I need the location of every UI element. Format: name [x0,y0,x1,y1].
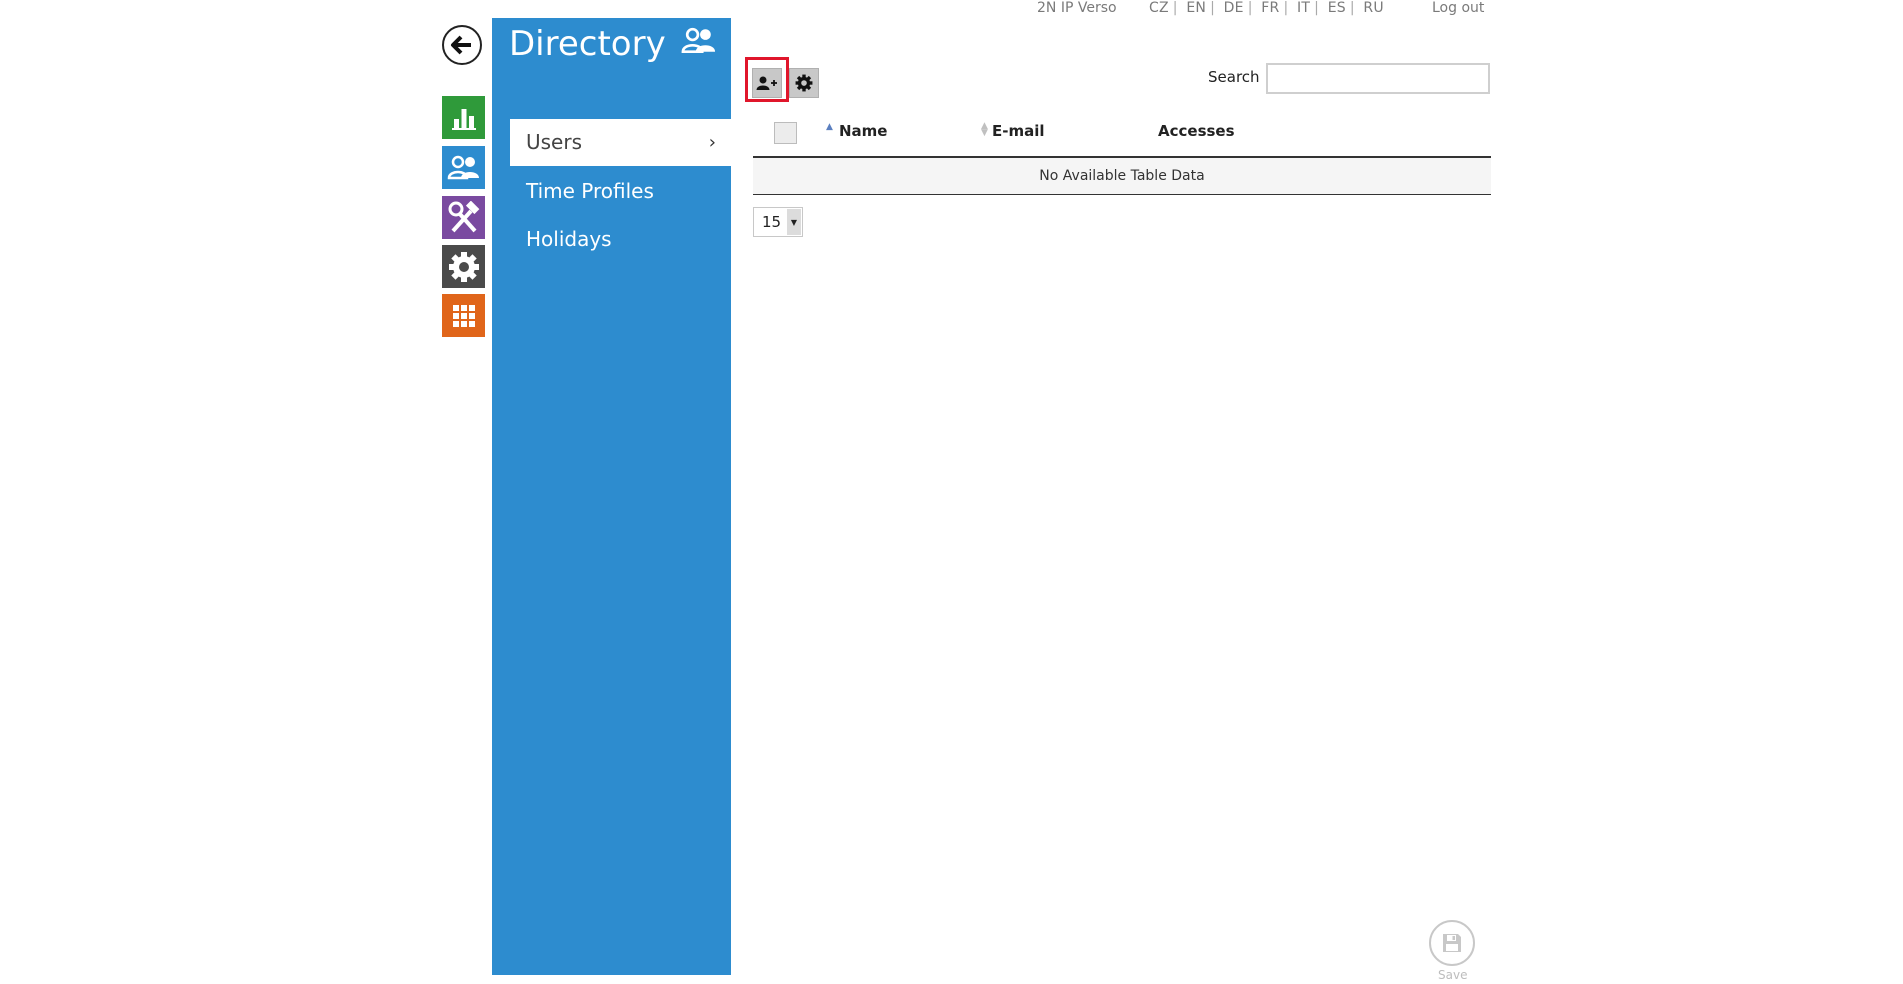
tools-icon [448,200,479,232]
lang-en[interactable]: EN [1186,0,1206,16]
search-input[interactable] [1266,63,1490,94]
sidebar-item-label: Time Profiles [526,179,654,203]
language-selector: CZ | EN | DE | FR | IT | ES | RU [1149,0,1384,16]
chevron-right-icon: › [708,132,716,153]
lang-cz[interactable]: CZ [1149,0,1169,16]
page-title: Directory [509,24,666,64]
sidebar-item-time-profiles[interactable]: Time Profiles [510,168,732,215]
lang-es[interactable]: ES [1328,0,1346,16]
sidebar-item-label: Holidays [526,227,612,251]
table-settings-button[interactable] [789,68,819,98]
nav-directory-tile[interactable] [442,146,485,189]
add-user-icon [756,76,777,90]
select-all-checkbox[interactable] [774,122,797,144]
sidebar-item-holidays[interactable]: Holidays [510,216,732,263]
users-icon [447,155,479,179]
arrow-left-icon [451,35,471,55]
column-header-name[interactable]: Name [826,122,887,140]
column-header-email[interactable]: E-mail [981,122,1045,140]
lang-ru[interactable]: RU [1363,0,1383,16]
back-button[interactable] [442,25,482,65]
nav-hardware-tile[interactable] [442,196,485,239]
directory-sidebar: Directory Users › Time Profiles Holidays [492,18,732,975]
bar-chart-icon [451,108,476,130]
empty-table-message: No Available Table Data [753,158,1491,194]
page-size-select[interactable]: 15 ▼ [753,207,803,237]
sidebar-item-users[interactable]: Users › [510,119,732,166]
chevron-down-icon: ▼ [787,209,801,235]
nav-system-tile[interactable] [442,245,485,288]
table-bottom-divider [753,194,1491,195]
save-button[interactable] [1429,920,1475,966]
sidebar-item-label: Users [526,130,583,154]
lang-de[interactable]: DE [1224,0,1244,16]
lang-it[interactable]: IT [1297,0,1310,16]
column-header-accesses: Accesses [1158,122,1235,140]
nav-services-tile[interactable] [442,294,485,337]
gear-icon [448,251,479,282]
page-size-value: 15 [762,213,782,231]
users-icon [680,26,718,60]
product-name: 2N IP Verso [1037,0,1117,16]
lang-fr[interactable]: FR [1261,0,1279,16]
logout-link[interactable]: Log out [1432,0,1484,16]
save-icon [1443,934,1461,952]
add-user-button[interactable] [752,68,782,98]
nav-status-tile[interactable] [442,96,485,139]
gear-icon [795,74,813,92]
grid-icon [452,304,475,327]
save-label: Save [1438,968,1468,982]
search-label: Search [1208,68,1260,86]
